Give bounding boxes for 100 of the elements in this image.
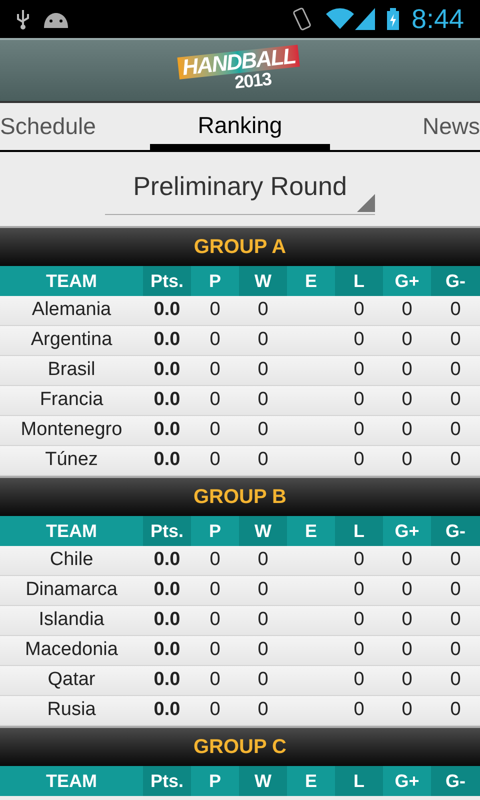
column-header: G+ [383, 766, 431, 796]
table-cell-text: 0 [354, 608, 364, 632]
team-name: Chile [50, 548, 94, 572]
tab[interactable]: Ranking [150, 103, 330, 150]
table-cell-text: 0 [450, 328, 461, 352]
team-name: Dinamarca [26, 578, 118, 602]
table-cell-text: 0 [354, 298, 364, 322]
table-cell-text: 0 [258, 548, 268, 572]
column-header: Pts. [143, 516, 191, 546]
table-cell-text: 0 [354, 698, 364, 722]
team-name: Brasil [48, 358, 96, 382]
team-name: Rusia [47, 698, 96, 722]
table-cell-text: 0.0 [154, 608, 180, 632]
android-icon [42, 10, 70, 28]
column-header: L [335, 266, 383, 296]
column-header: L [335, 766, 383, 796]
table-cell-text: 0 [402, 578, 412, 602]
table-cell-text: 0 [258, 298, 268, 322]
table-cell-text: 0 [354, 638, 364, 662]
table-cell-text: 0 [258, 358, 268, 382]
column-header: G- [431, 266, 480, 296]
table-cell-text: 0 [354, 388, 364, 412]
table-cell-text: 0 [354, 358, 364, 382]
column-header: W [239, 516, 287, 546]
column-header: W [239, 266, 287, 296]
tab[interactable]: News [330, 103, 480, 150]
table-cell-text: 0.0 [154, 358, 180, 382]
table-cell-text: 0 [210, 418, 220, 442]
team-name: Alemania [32, 298, 112, 322]
table-cell-text: 0 [450, 448, 461, 472]
table-cell-text: 0 [258, 698, 268, 722]
tab[interactable]: Schedule [0, 103, 150, 150]
table-cell-text: 0 [402, 328, 412, 352]
round-dropdown[interactable]: Preliminary Round [105, 163, 375, 215]
column-header: TEAM [0, 766, 143, 796]
column-header: E [287, 516, 335, 546]
column-header: P [191, 266, 239, 296]
table-cell-text: 0 [210, 358, 220, 382]
table-cell-text: 0 [210, 388, 220, 412]
table-cell-text: 0.0 [154, 548, 180, 572]
column-header: Pts. [143, 766, 191, 796]
column-header: Pts. [143, 266, 191, 296]
table-cell-text: 0 [450, 358, 461, 382]
table-cell-text: 0 [210, 578, 220, 602]
table-cell-text: 0 [258, 668, 268, 692]
table-cell-text: 0 [210, 298, 220, 322]
team-name: Túnez [45, 448, 98, 472]
team-name: Qatar [48, 668, 96, 692]
usb-icon [16, 8, 30, 30]
rotation-icon [291, 6, 314, 32]
table-cell-text: 0 [258, 608, 268, 632]
table-cell-text: 0 [450, 298, 461, 322]
table-cell-text: 0 [210, 698, 220, 722]
column-header: P [191, 766, 239, 796]
table-cell-text: 0.0 [154, 578, 180, 602]
table-cell-text: 0 [210, 668, 220, 692]
column-header: P [191, 516, 239, 546]
clock-time: 8:44 [411, 6, 464, 32]
group-title: GROUP A [0, 226, 480, 266]
dropdown-corner-icon [357, 194, 375, 212]
table-cell-text: 0.0 [154, 448, 180, 472]
column-header: L [335, 516, 383, 546]
table-cell-text: 0 [402, 418, 412, 442]
team-name: Francia [40, 388, 104, 412]
table-cell-text: 0 [450, 668, 461, 692]
table-cell-text: 0 [258, 388, 268, 412]
table-cell-text: 0 [258, 638, 268, 662]
table-cell-text: 0 [354, 578, 364, 602]
team-name: Argentina [30, 328, 112, 352]
table-cell-text: 0 [354, 548, 364, 572]
table-cell-text: 0.0 [154, 698, 180, 722]
group-title: GROUP C [0, 726, 480, 766]
table-cell-text: 0 [450, 548, 461, 572]
table-cell-text: 0 [210, 448, 220, 472]
column-header: E [287, 266, 335, 296]
table-cell-text: 0 [210, 548, 220, 572]
column-header: TEAM [0, 266, 143, 296]
column-header: G- [431, 516, 480, 546]
table-cell-text: 0.0 [154, 418, 180, 442]
table-cell-text: 0 [402, 608, 412, 632]
column-header: E [287, 766, 335, 796]
table-cell-text: 0 [210, 608, 220, 632]
table-cell-text: 0 [258, 418, 268, 442]
group-title: GROUP B [0, 476, 480, 516]
column-header: W [239, 766, 287, 796]
table-cell-text: 0 [402, 388, 412, 412]
column-header: G+ [383, 266, 431, 296]
table-cell-text: 0.0 [154, 328, 180, 352]
team-name: Macedonia [25, 638, 118, 662]
table-cell-text: 0 [354, 668, 364, 692]
table-cell-text: 0 [354, 328, 364, 352]
table-cell-text: 0 [354, 448, 364, 472]
table-cell-text: 0 [450, 578, 461, 602]
table-cell-text: 0 [450, 698, 461, 722]
table-cell-text: 0 [402, 668, 412, 692]
battery-icon [387, 8, 400, 30]
signal-icon [355, 8, 376, 30]
table-cell-text: 0.0 [154, 638, 180, 662]
table-cell-text: 0 [402, 298, 412, 322]
table-cell-text: 0 [210, 328, 220, 352]
